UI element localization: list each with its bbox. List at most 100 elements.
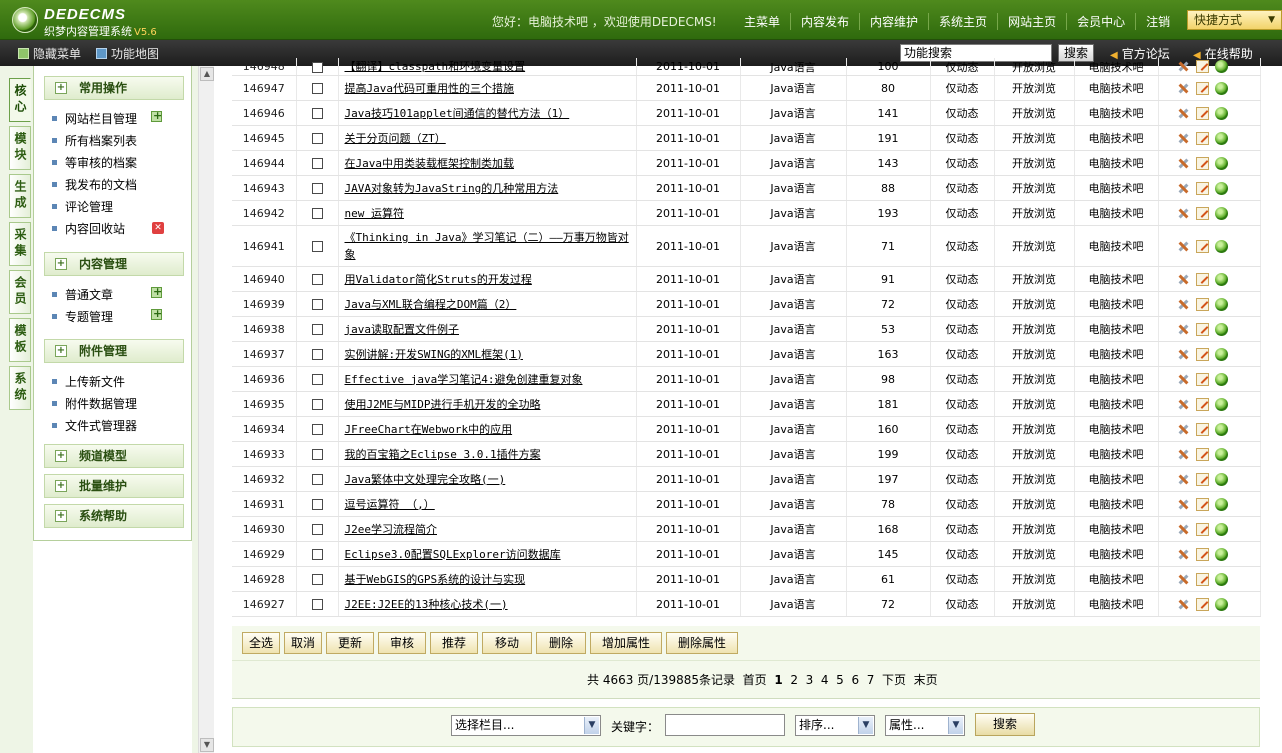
- row-title-link[interactable]: Java技巧101applet间通信的替代方法（1）: [345, 107, 570, 120]
- preview-archive-icon[interactable]: [1214, 181, 1228, 195]
- view-archive-icon[interactable]: [1177, 182, 1190, 195]
- scroll-down-icon[interactable]: ▼: [200, 738, 214, 752]
- row-title-link[interactable]: Java与XML联合编程之DOM篇（2）: [345, 298, 517, 311]
- view-archive-icon[interactable]: [1177, 323, 1190, 336]
- row-title-link[interactable]: Effective java学习笔记4:避免创建重复对象: [345, 373, 583, 386]
- row-checkbox[interactable]: [311, 599, 323, 610]
- logo[interactable]: DEDECMS 织梦内容管理系统 V5.6: [12, 5, 172, 38]
- menu-group-batch[interactable]: + 批量维护: [44, 474, 184, 498]
- preview-archive-icon[interactable]: [1214, 597, 1228, 611]
- menu-item-pending-archives[interactable]: 等审核的档案: [52, 154, 137, 171]
- keyword-input[interactable]: [665, 714, 785, 736]
- view-archive-icon[interactable]: [1177, 207, 1190, 220]
- row-checkbox[interactable]: [311, 299, 323, 310]
- view-archive-icon[interactable]: [1177, 573, 1190, 586]
- row-title-link[interactable]: J2ee学习流程简介: [345, 523, 438, 536]
- edit-archive-icon[interactable]: [1195, 81, 1209, 95]
- nav-content-maintain[interactable]: 内容维护: [859, 13, 928, 30]
- row-checkbox[interactable]: [311, 61, 323, 73]
- row-checkbox[interactable]: [311, 208, 323, 219]
- edit-archive-icon[interactable]: [1195, 347, 1209, 361]
- edit-archive-icon[interactable]: [1195, 472, 1209, 486]
- cancel-selection-button[interactable]: 取消: [284, 632, 322, 654]
- add-attribute-button[interactable]: 增加属性: [590, 632, 662, 654]
- row-checkbox[interactable]: [311, 183, 323, 194]
- row-checkbox[interactable]: [311, 424, 323, 435]
- row-title-link[interactable]: Java繁体中文处理完全攻略(一): [345, 473, 506, 486]
- nav-logout[interactable]: 注销: [1135, 13, 1180, 30]
- row-checkbox[interactable]: [311, 524, 323, 535]
- view-archive-icon[interactable]: [1177, 473, 1190, 486]
- site-map-button[interactable]: 功能地图: [96, 45, 159, 62]
- row-title-link[interactable]: 用Validator简化Struts的开发过程: [345, 273, 532, 286]
- edit-archive-icon[interactable]: [1195, 156, 1209, 170]
- preview-archive-icon[interactable]: [1214, 131, 1228, 145]
- menu-item-my-docs[interactable]: 我发布的文档: [52, 176, 137, 193]
- menu-item-all-archives[interactable]: 所有档案列表: [52, 132, 137, 149]
- row-checkbox[interactable]: [311, 449, 323, 460]
- row-checkbox[interactable]: [311, 108, 323, 119]
- page-link[interactable]: 6: [851, 673, 859, 687]
- page-link[interactable]: 7: [867, 673, 875, 687]
- next-page-link[interactable]: 下页: [882, 673, 906, 687]
- row-checkbox[interactable]: [311, 133, 323, 144]
- preview-archive-icon[interactable]: [1214, 156, 1228, 170]
- preview-archive-icon[interactable]: [1214, 297, 1228, 311]
- page-link[interactable]: 2: [790, 673, 798, 687]
- row-title-link[interactable]: 我的百宝箱之Eclipse 3.0.1插件方案: [345, 448, 541, 461]
- preview-archive-icon[interactable]: [1214, 206, 1228, 220]
- row-title-link[interactable]: JFreeChart在Webwork中的应用: [345, 423, 513, 436]
- preview-archive-icon[interactable]: [1214, 422, 1228, 436]
- nav-member-center[interactable]: 会员中心: [1066, 13, 1135, 30]
- edit-archive-icon[interactable]: [1195, 60, 1209, 74]
- tab-core[interactable]: 核心: [9, 78, 31, 122]
- edit-archive-icon[interactable]: [1195, 597, 1209, 611]
- last-page-link[interactable]: 末页: [914, 673, 938, 687]
- nav-content-publish[interactable]: 内容发布: [790, 13, 859, 30]
- view-archive-icon[interactable]: [1177, 448, 1190, 461]
- row-title-link[interactable]: J2EE:J2EE的13种核心技术(一): [345, 598, 508, 611]
- delete-button[interactable]: 删除: [536, 632, 586, 654]
- search-button[interactable]: 搜索: [975, 713, 1035, 736]
- view-archive-icon[interactable]: [1177, 240, 1190, 253]
- edit-archive-icon[interactable]: [1195, 397, 1209, 411]
- preview-archive-icon[interactable]: [1214, 472, 1228, 486]
- preview-archive-icon[interactable]: [1214, 397, 1228, 411]
- preview-archive-icon[interactable]: [1214, 60, 1228, 74]
- edit-archive-icon[interactable]: [1195, 272, 1209, 286]
- edit-archive-icon[interactable]: [1195, 106, 1209, 120]
- row-checkbox[interactable]: [311, 274, 323, 285]
- row-checkbox[interactable]: [311, 324, 323, 335]
- preview-archive-icon[interactable]: [1214, 372, 1228, 386]
- edit-archive-icon[interactable]: [1195, 522, 1209, 536]
- view-archive-icon[interactable]: [1177, 598, 1190, 611]
- preview-archive-icon[interactable]: [1214, 272, 1228, 286]
- page-link[interactable]: 4: [821, 673, 829, 687]
- first-page-link[interactable]: 首页: [743, 673, 767, 687]
- row-title-link[interactable]: java读取配置文件例子: [345, 323, 460, 336]
- menu-item-channel-manage[interactable]: 网站栏目管理: [52, 110, 137, 127]
- tab-modules[interactable]: 模块: [9, 126, 31, 170]
- view-archive-icon[interactable]: [1177, 548, 1190, 561]
- row-checkbox[interactable]: [311, 374, 323, 385]
- hide-menu-button[interactable]: 隐藏菜单: [18, 45, 81, 62]
- select-all-button[interactable]: 全选: [242, 632, 280, 654]
- menu-group-channel-models[interactable]: + 频道模型: [44, 444, 184, 468]
- scroll-up-icon[interactable]: ▲: [200, 67, 214, 81]
- view-archive-icon[interactable]: [1177, 298, 1190, 311]
- tab-templates[interactable]: 模板: [9, 318, 31, 362]
- edit-archive-icon[interactable]: [1195, 322, 1209, 336]
- preview-archive-icon[interactable]: [1214, 447, 1228, 461]
- row-title-link[interactable]: 基于WebGIS的GPS系统的设计与实现: [345, 573, 526, 586]
- recommend-button[interactable]: 推荐: [430, 632, 478, 654]
- menu-item-articles[interactable]: 普通文章: [52, 286, 113, 303]
- audit-button[interactable]: 审核: [378, 632, 426, 654]
- menu-group-help[interactable]: + 系统帮助: [44, 504, 184, 528]
- row-title-link[interactable]: 逗号运算符 （,）: [345, 498, 435, 511]
- view-archive-icon[interactable]: [1177, 523, 1190, 536]
- row-title-link[interactable]: 提高Java代码可重用性的三个措施: [345, 82, 515, 95]
- preview-archive-icon[interactable]: [1214, 106, 1228, 120]
- preview-archive-icon[interactable]: [1214, 239, 1228, 253]
- preview-archive-icon[interactable]: [1214, 522, 1228, 536]
- page-link[interactable]: 3: [806, 673, 814, 687]
